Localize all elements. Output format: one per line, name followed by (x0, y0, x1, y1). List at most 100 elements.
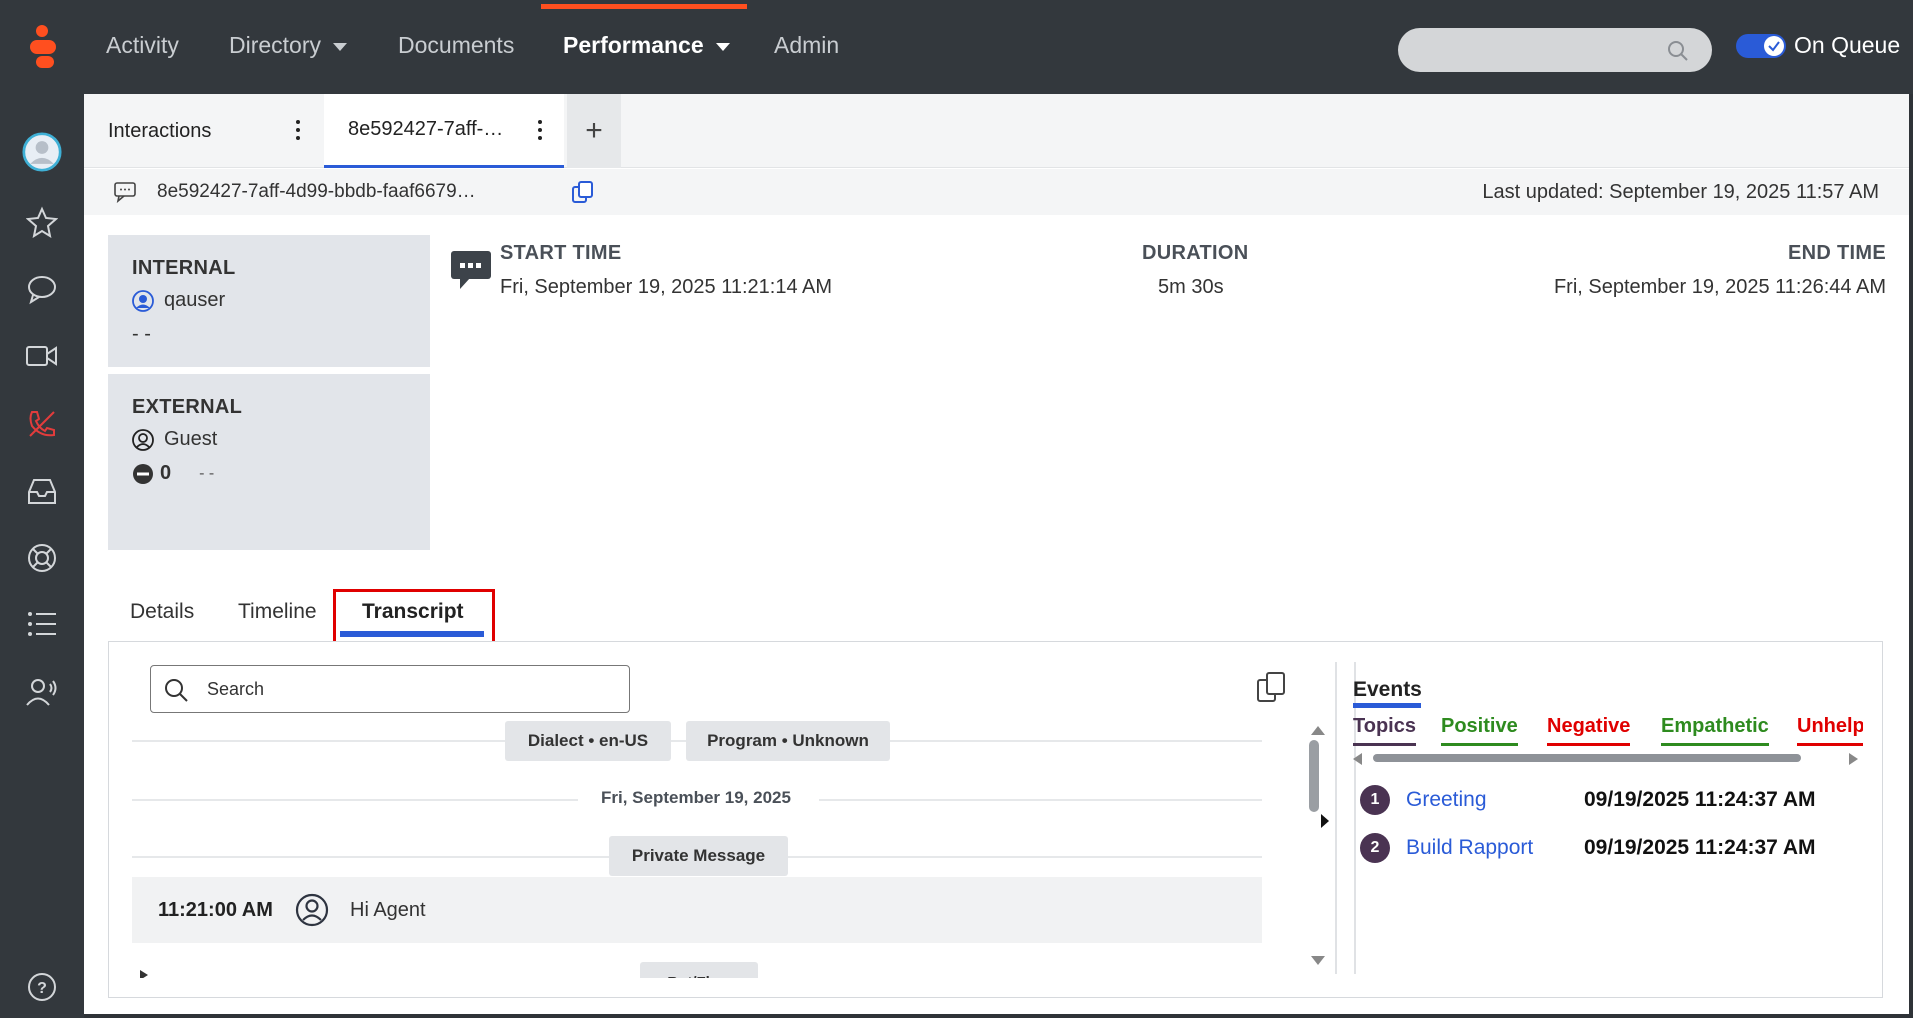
external-count: 0 (160, 462, 172, 484)
video-icon[interactable] (22, 336, 62, 376)
expand-icon[interactable] (140, 970, 148, 978)
more-vertical-icon[interactable] (538, 118, 544, 144)
last-updated-text: Last updated: September 19, 2025 11:57 A… (1482, 181, 1879, 203)
avatar-icon (22, 132, 62, 172)
message-icon (114, 182, 136, 203)
end-time-label: END TIME (1788, 242, 1886, 264)
scroll-down-icon[interactable] (1311, 956, 1325, 965)
conversation-info-bar: 8e592427-7aff-4d99-bbdb-faaf6679… Last u… (84, 169, 1909, 215)
divider-line (132, 799, 578, 801)
tab-interactions-label: Interactions (108, 119, 212, 142)
scroll-right-icon[interactable] (1849, 753, 1858, 765)
events-underline (1353, 703, 1421, 708)
event-item[interactable]: 2 Build Rapport 09/19/2025 11:24:37 AM (1360, 833, 1816, 863)
left-sidebar: ? (0, 94, 84, 1018)
external-user-name: Guest (164, 428, 218, 450)
external-detail: - - (199, 464, 215, 482)
panel-splitter[interactable] (1335, 662, 1337, 974)
phone-missed-icon[interactable] (22, 404, 62, 444)
minus-circle-icon (133, 463, 153, 484)
transcript-message[interactable]: 11:21:00 AM Hi Agent (132, 877, 1262, 943)
event-name-link[interactable]: Greeting (1406, 788, 1584, 812)
start-time-label: START TIME (500, 242, 622, 264)
divider-line (819, 799, 1262, 801)
chevron-down-icon (715, 42, 730, 51)
external-user: Guest (132, 428, 217, 451)
duration-label: DURATION (1142, 242, 1249, 264)
more-vertical-icon[interactable] (296, 118, 302, 144)
user-avatar[interactable] (22, 132, 62, 172)
transcript-area: Search Dialect • en-US Program • Unknown… (84, 641, 1909, 1014)
copy-transcript-icon[interactable] (1255, 670, 1289, 704)
event-name-link[interactable]: Build Rapport (1406, 836, 1584, 860)
program-chip: Program • Unknown (686, 721, 890, 761)
date-divider: Fri, September 19, 2025 (601, 788, 791, 807)
tab-conversation[interactable]: 8e592427-7aff-… (324, 94, 564, 168)
dialect-chip: Dialect • en-US (505, 721, 671, 761)
filter-negative[interactable]: Negative (1547, 715, 1631, 746)
scroll-left-icon[interactable] (1353, 753, 1362, 765)
list-icon[interactable] (22, 604, 62, 644)
agent-icon (132, 289, 154, 312)
inbox-icon[interactable] (22, 471, 62, 511)
nav-performance-label: Performance (563, 32, 704, 58)
star-icon[interactable] (22, 202, 62, 242)
scrollbar-thumb[interactable] (1309, 740, 1319, 812)
filter-empathetic[interactable]: Empathetic (1661, 715, 1769, 746)
transcript-panel: Search Dialect • en-US Program • Unknown… (108, 641, 1883, 998)
external-party-card: EXTERNAL Guest 0 - - (108, 374, 430, 550)
internal-user-name: qauser (164, 289, 226, 311)
bot-flow-chip: Bot/Flow (640, 962, 758, 978)
guest-user-icon (132, 428, 154, 451)
panel-splitter-2 (1354, 662, 1356, 974)
filter-unhelpful[interactable]: Unhelp (1797, 715, 1863, 746)
tab-conversation-label: 8e592427-7aff-… (348, 118, 504, 140)
event-number-badge: 1 (1360, 785, 1390, 815)
nav-activity[interactable]: Activity (106, 32, 179, 59)
collapse-events-icon[interactable] (1321, 814, 1329, 828)
events-title: Events (1353, 678, 1422, 701)
filter-positive[interactable]: Positive (1441, 715, 1518, 746)
external-status: 0 - - (132, 462, 214, 485)
internal-party-card: INTERNAL qauser - - (108, 235, 430, 367)
svg-text:?: ? (37, 980, 47, 997)
agent-voice-icon[interactable] (22, 672, 62, 712)
on-queue-label: On Queue (1794, 32, 1901, 58)
tab-timeline[interactable]: Timeline (238, 600, 317, 624)
tab-details[interactable]: Details (130, 600, 194, 624)
nav-admin[interactable]: Admin (774, 32, 839, 59)
scroll-up-icon[interactable] (1311, 726, 1325, 735)
chat-icon[interactable] (22, 269, 62, 309)
duration-value: 5m 30s (1158, 276, 1224, 298)
message-time: 11:21:00 AM (158, 899, 273, 921)
search-icon (1668, 41, 1688, 61)
genesys-logo-icon[interactable] (24, 24, 64, 72)
partial-next-row: Bot/Flow (132, 962, 1262, 978)
add-tab-button[interactable]: + (567, 94, 621, 168)
copy-icon[interactable] (570, 179, 596, 205)
internal-detail: - - (132, 323, 151, 345)
chevron-down-icon (333, 42, 348, 51)
nav-performance[interactable]: Performance (563, 32, 730, 59)
message-text: Hi Agent (350, 899, 426, 921)
top-navigation: Activity Directory Documents Performance… (0, 0, 1913, 94)
end-time-value: Fri, September 19, 2025 11:26:44 AM (1553, 276, 1886, 298)
nav-directory-label: Directory (229, 32, 322, 58)
lifebuoy-icon[interactable] (22, 538, 62, 578)
event-item[interactable]: 1 Greeting 09/19/2025 11:24:37 AM (1360, 785, 1816, 815)
nav-documents[interactable]: Documents (398, 32, 514, 59)
scrollbar-thumb[interactable] (1373, 754, 1801, 762)
nav-directory[interactable]: Directory (229, 32, 348, 59)
customer-user-icon (295, 893, 329, 927)
on-queue-toggle[interactable] (1736, 34, 1786, 58)
filter-topics[interactable]: Topics (1353, 715, 1416, 746)
help-icon[interactable]: ? (22, 967, 62, 1007)
search-placeholder: Search (207, 678, 265, 699)
transcript-search-input[interactable]: Search (150, 665, 630, 713)
tab-interactions[interactable]: Interactions (84, 94, 322, 168)
external-title: EXTERNAL (132, 396, 243, 418)
events-horizontal-scrollbar[interactable] (1353, 751, 1858, 765)
conversation-id: 8e592427-7aff-4d99-bbdb-faaf6679… (157, 181, 476, 202)
start-time-value: Fri, September 19, 2025 11:21:14 AM (500, 276, 833, 298)
global-search-input[interactable] (1398, 28, 1712, 72)
